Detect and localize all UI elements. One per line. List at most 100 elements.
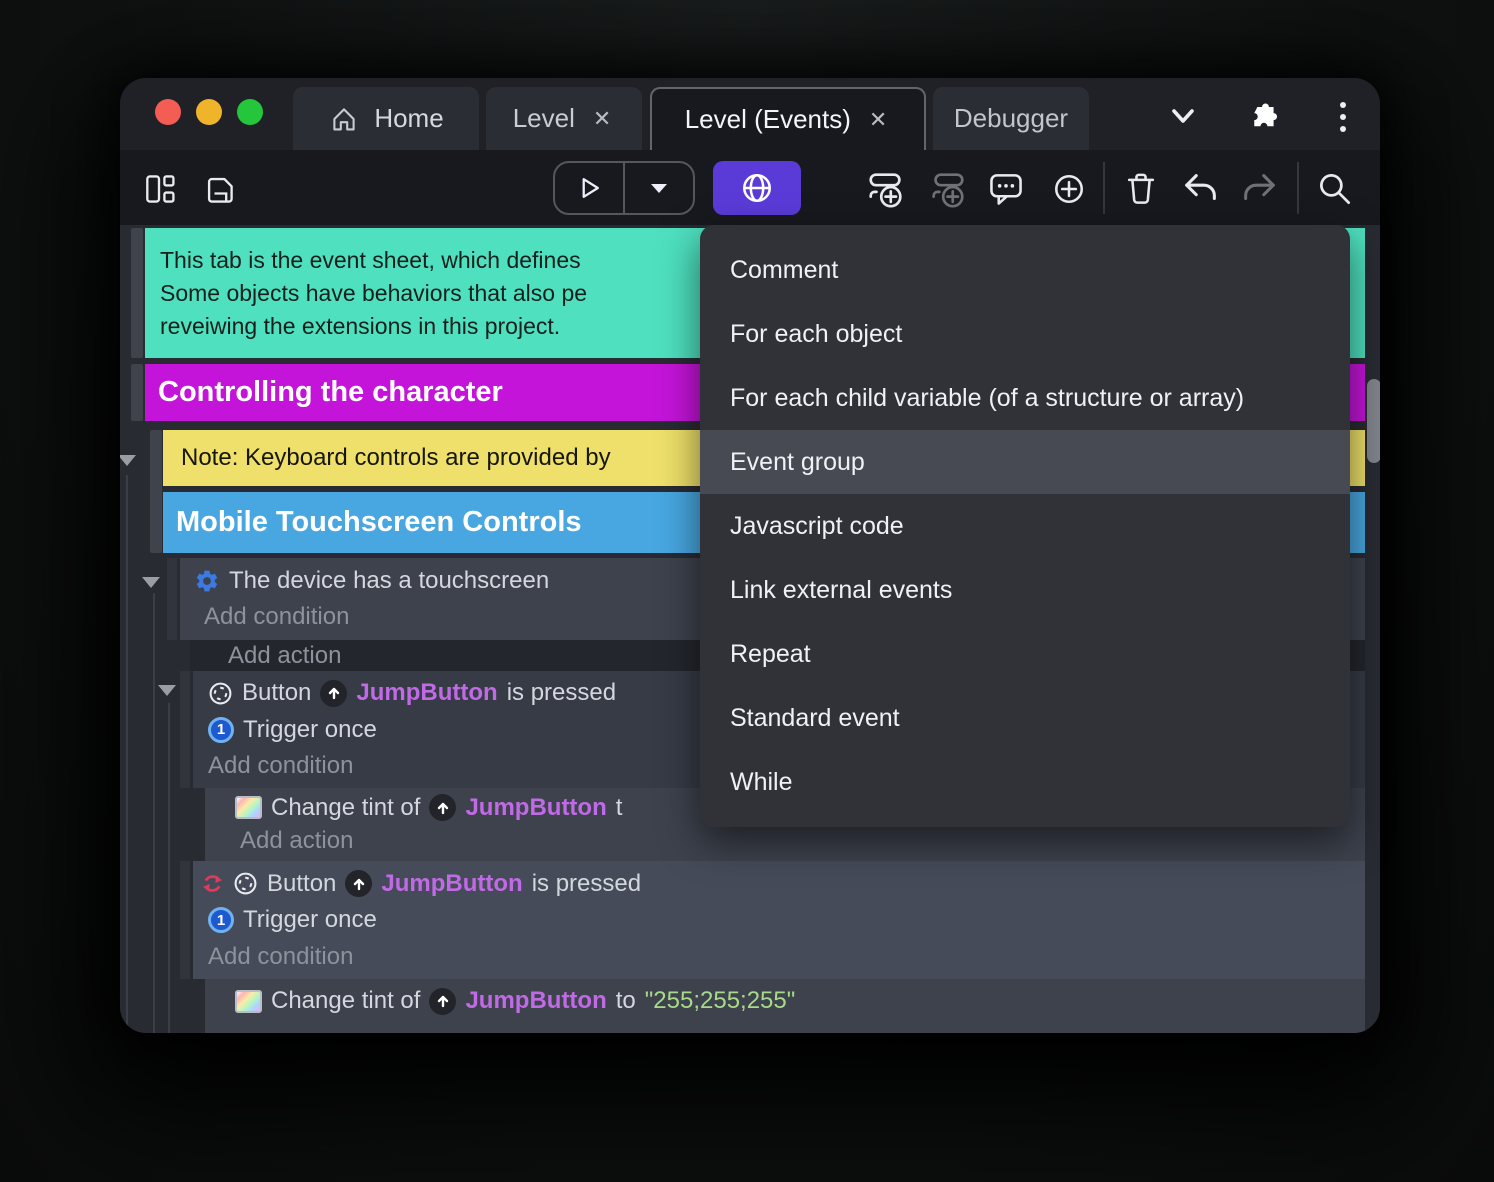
menu-item-repeat[interactable]: Repeat bbox=[700, 622, 1350, 686]
menu-item-for-each-child-variable[interactable]: For each child variable (of a structure … bbox=[700, 366, 1350, 430]
close-window-button[interactable] bbox=[155, 99, 181, 125]
condition-suffix: is pressed bbox=[531, 869, 642, 897]
condition-suffix: is pressed bbox=[506, 679, 617, 707]
group-title: Mobile Touchscreen Controls bbox=[176, 506, 582, 538]
add-sub-event-button[interactable] bbox=[925, 168, 969, 210]
add-circle-icon bbox=[1055, 175, 1083, 203]
event-gutter bbox=[180, 861, 190, 979]
main-menu-button[interactable] bbox=[1323, 100, 1363, 134]
collapse-arrow[interactable] bbox=[158, 685, 176, 696]
indent-guide bbox=[153, 593, 155, 1033]
arrow-up-icon bbox=[437, 995, 449, 1008]
add-event-button[interactable] bbox=[864, 168, 908, 210]
tab-debugger[interactable]: Debugger bbox=[933, 87, 1089, 150]
trash-icon bbox=[1127, 173, 1155, 204]
menu-item-comment[interactable]: Comment bbox=[700, 238, 1350, 302]
titlebar: Home Level ✕ Level (Events) ✕ Debugger bbox=[120, 78, 1380, 150]
save-button[interactable] bbox=[197, 168, 241, 210]
toolbar-divider bbox=[1297, 162, 1299, 214]
delete-button[interactable] bbox=[1119, 168, 1163, 210]
group-margin-bar bbox=[150, 430, 162, 553]
sprite-chip bbox=[429, 794, 457, 822]
tab-home-label: Home bbox=[374, 103, 444, 133]
search-button[interactable] bbox=[1313, 168, 1357, 210]
menu-item-link-external-events[interactable]: Link external events bbox=[700, 558, 1350, 622]
object-name: Button bbox=[267, 869, 337, 897]
sprite-chip bbox=[345, 870, 373, 897]
browse-events-button[interactable] bbox=[713, 161, 801, 215]
chevron-down-icon bbox=[1172, 109, 1194, 123]
add-condition-link[interactable]: Add condition bbox=[201, 943, 1365, 971]
redo-button[interactable] bbox=[1237, 168, 1281, 210]
toolbar-divider bbox=[1103, 162, 1105, 214]
tab-home[interactable]: Home bbox=[293, 87, 479, 150]
add-action-link[interactable]: Add action bbox=[235, 827, 1365, 855]
condition-button-pressed-inverted[interactable]: Button JumpButton is pressed bbox=[201, 870, 1365, 898]
tint-icon bbox=[235, 796, 262, 820]
add-event-icon bbox=[869, 173, 902, 208]
menu-item-javascript-code[interactable]: Javascript code bbox=[700, 494, 1350, 558]
invert-icon bbox=[202, 875, 223, 892]
instance-name: JumpButton bbox=[356, 679, 498, 707]
zoom-window-button[interactable] bbox=[237, 99, 263, 125]
add-comment-button[interactable] bbox=[984, 168, 1028, 210]
scrollbar-thumb[interactable] bbox=[1367, 379, 1380, 463]
condition-text: The device has a touchscreen bbox=[229, 566, 550, 594]
add-sub-event-icon bbox=[932, 173, 964, 208]
globe-icon bbox=[743, 174, 771, 202]
preview-options-button[interactable] bbox=[625, 163, 693, 213]
undo-icon bbox=[1185, 174, 1216, 201]
close-tab-icon[interactable]: ✕ bbox=[865, 105, 891, 135]
preview-split-button bbox=[553, 161, 695, 215]
trigger-once-icon: 1 bbox=[208, 907, 234, 933]
toggle-panels-button[interactable] bbox=[137, 168, 181, 210]
home-icon bbox=[328, 103, 360, 135]
tint-icon bbox=[235, 989, 262, 1013]
kebab-menu-icon bbox=[1340, 102, 1346, 132]
condition-trigger-once[interactable]: 1 Trigger once bbox=[201, 906, 1365, 934]
collapse-arrow[interactable] bbox=[142, 577, 160, 588]
object-name: Button bbox=[242, 679, 312, 707]
button-object-icon bbox=[209, 682, 232, 705]
tab-level-events-label: Level (Events) bbox=[684, 104, 851, 134]
button-object-icon bbox=[234, 872, 257, 895]
group-margin-bar bbox=[131, 364, 143, 421]
action-change-tint-full[interactable]: Change tint of JumpButton to "255;255;25… bbox=[235, 987, 1365, 1015]
layout-icon bbox=[146, 175, 175, 203]
collapse-arrow[interactable] bbox=[120, 455, 136, 466]
menu-item-event-group[interactable]: Event group bbox=[700, 430, 1350, 494]
play-icon bbox=[582, 178, 599, 198]
minimize-window-button[interactable] bbox=[196, 99, 222, 125]
sprite-chip bbox=[320, 679, 348, 707]
sprite-chip bbox=[429, 987, 457, 1015]
indent-guide bbox=[126, 475, 128, 1033]
event-jumpbutton-inverted-conditions[interactable]: Button JumpButton is pressed 1 Trigger o… bbox=[193, 861, 1365, 979]
event-gutter bbox=[167, 558, 177, 640]
event-gutter bbox=[180, 671, 190, 788]
tab-level-events[interactable]: Level (Events) ✕ bbox=[650, 87, 926, 150]
tab-level[interactable]: Level ✕ bbox=[486, 87, 642, 150]
search-icon bbox=[1320, 174, 1350, 204]
menu-item-standard-event[interactable]: Standard event bbox=[700, 686, 1350, 750]
save-icon bbox=[207, 177, 233, 203]
tab-list-dropdown-button[interactable] bbox=[1163, 100, 1203, 134]
preview-button[interactable] bbox=[555, 163, 625, 213]
addons-button[interactable] bbox=[1242, 100, 1282, 134]
arrow-up-icon bbox=[353, 878, 365, 890]
traffic-lights bbox=[155, 99, 263, 125]
group-title: Controlling the character bbox=[158, 376, 503, 408]
toolbar bbox=[120, 150, 1380, 225]
menu-item-for-each-object[interactable]: For each object bbox=[700, 302, 1350, 366]
tab-debugger-label: Debugger bbox=[953, 103, 1069, 133]
undo-button[interactable] bbox=[1179, 168, 1223, 210]
note-text: Note: Keyboard controls are provided by bbox=[181, 444, 611, 471]
arrow-up-icon bbox=[328, 688, 340, 700]
menu-item-while[interactable]: While bbox=[700, 750, 1350, 814]
arrow-up-icon bbox=[437, 802, 449, 814]
comment-icon bbox=[990, 174, 1022, 205]
add-action-link[interactable]: Add action bbox=[235, 1031, 1365, 1033]
add-action-button[interactable] bbox=[1047, 168, 1091, 210]
close-tab-icon[interactable]: ✕ bbox=[589, 104, 615, 134]
event-jumpbutton-inverted-actions[interactable]: Change tint of JumpButton to "255;255;25… bbox=[205, 979, 1365, 1033]
instance-name: JumpButton bbox=[381, 869, 523, 897]
